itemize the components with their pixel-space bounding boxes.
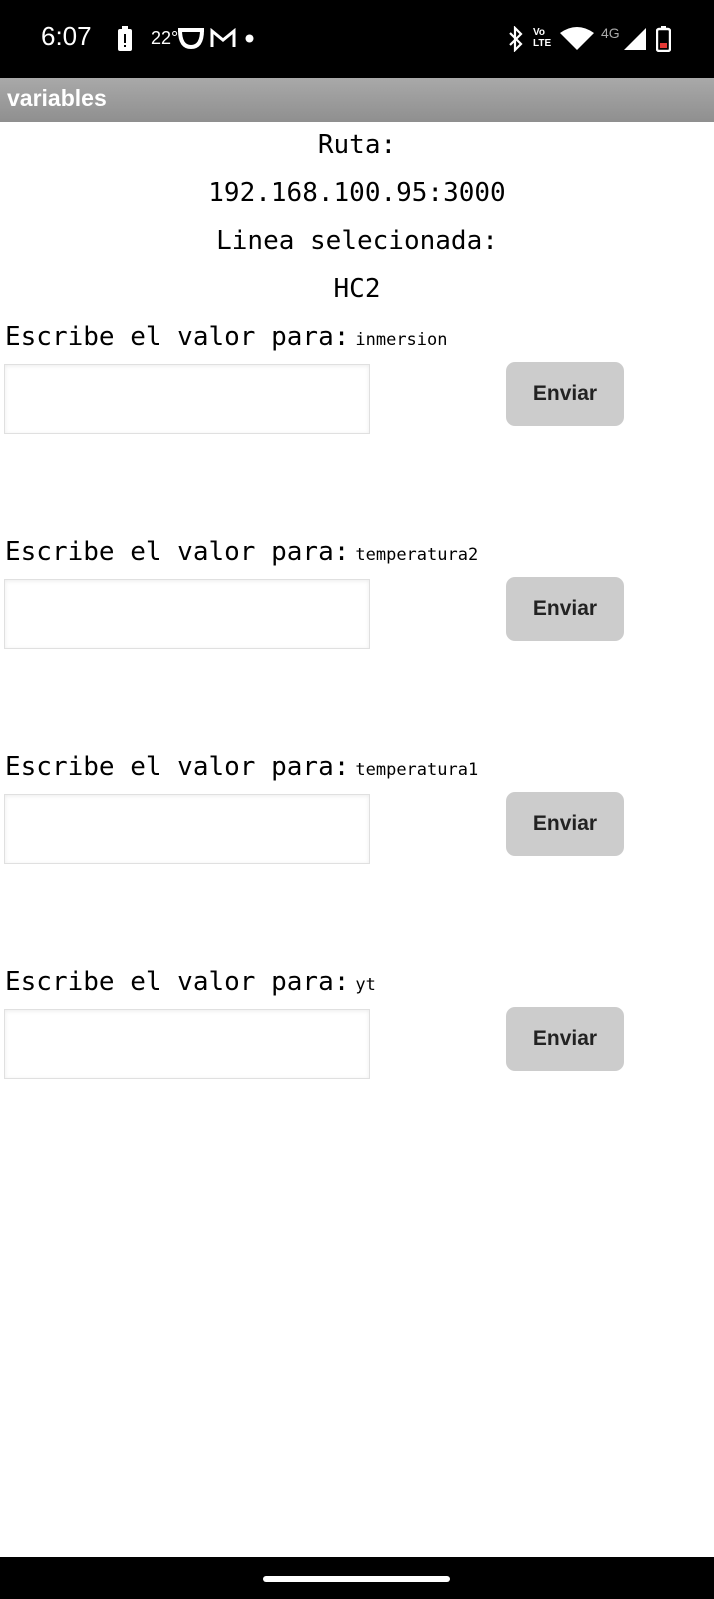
field-prompt: Escribe el valor para: bbox=[5, 752, 350, 782]
field-variable: temperatura1 bbox=[355, 760, 479, 780]
route-label: Ruta: bbox=[317, 130, 397, 160]
send-button-temperatura1[interactable]: Enviar bbox=[506, 792, 624, 856]
gmail-icon bbox=[210, 28, 236, 47]
dot-icon bbox=[245, 34, 254, 43]
status-time: 6:07 bbox=[41, 21, 92, 51]
status-bar: 6:07 22° Vo LTE 4G bbox=[0, 0, 714, 78]
send-button-temperatura2[interactable]: Enviar bbox=[506, 577, 624, 641]
route-value: 192.168.100.95:3000 bbox=[208, 178, 506, 208]
line-label: Linea selecionada: bbox=[216, 226, 498, 256]
field-prompt: Escribe el valor para: bbox=[5, 537, 350, 567]
line-value: HC2 bbox=[333, 274, 381, 304]
field-prompt: Escribe el valor para: bbox=[5, 967, 350, 997]
app-bar: variables bbox=[0, 78, 714, 122]
volte-icon: Vo LTE bbox=[533, 27, 552, 49]
field-label: Escribe el valor para: temperatura1 bbox=[5, 752, 478, 782]
field-label: Escribe el valor para: yt bbox=[5, 967, 376, 997]
send-button-yt[interactable]: Enviar bbox=[506, 1007, 624, 1071]
field-variable: yt bbox=[355, 975, 376, 995]
wifi-icon bbox=[560, 27, 594, 50]
network-type: 4G bbox=[601, 25, 620, 41]
app-title: variables bbox=[7, 85, 107, 111]
status-temperature: 22° bbox=[151, 28, 179, 48]
navigation-bar bbox=[0, 1557, 714, 1599]
signal-icon bbox=[624, 28, 646, 50]
alert-battery-icon bbox=[118, 26, 132, 51]
value-input-inmersion[interactable] bbox=[4, 364, 370, 434]
battery-icon bbox=[656, 26, 671, 52]
value-input-temperatura1[interactable] bbox=[4, 794, 370, 864]
field-variable: temperatura2 bbox=[355, 545, 479, 565]
send-button-inmersion[interactable]: Enviar bbox=[506, 362, 624, 426]
field-label: Escribe el valor para: inmersion bbox=[5, 322, 448, 352]
field-label: Escribe el valor para: temperatura2 bbox=[5, 537, 478, 567]
field-variable: inmersion bbox=[355, 330, 448, 350]
bluetooth-icon bbox=[509, 26, 523, 52]
home-gesture-handle[interactable] bbox=[263, 1576, 450, 1582]
value-input-yt[interactable] bbox=[4, 1009, 370, 1079]
value-input-temperatura2[interactable] bbox=[4, 579, 370, 649]
field-prompt: Escribe el valor para: bbox=[5, 322, 350, 352]
hourglass-icon bbox=[178, 28, 204, 49]
